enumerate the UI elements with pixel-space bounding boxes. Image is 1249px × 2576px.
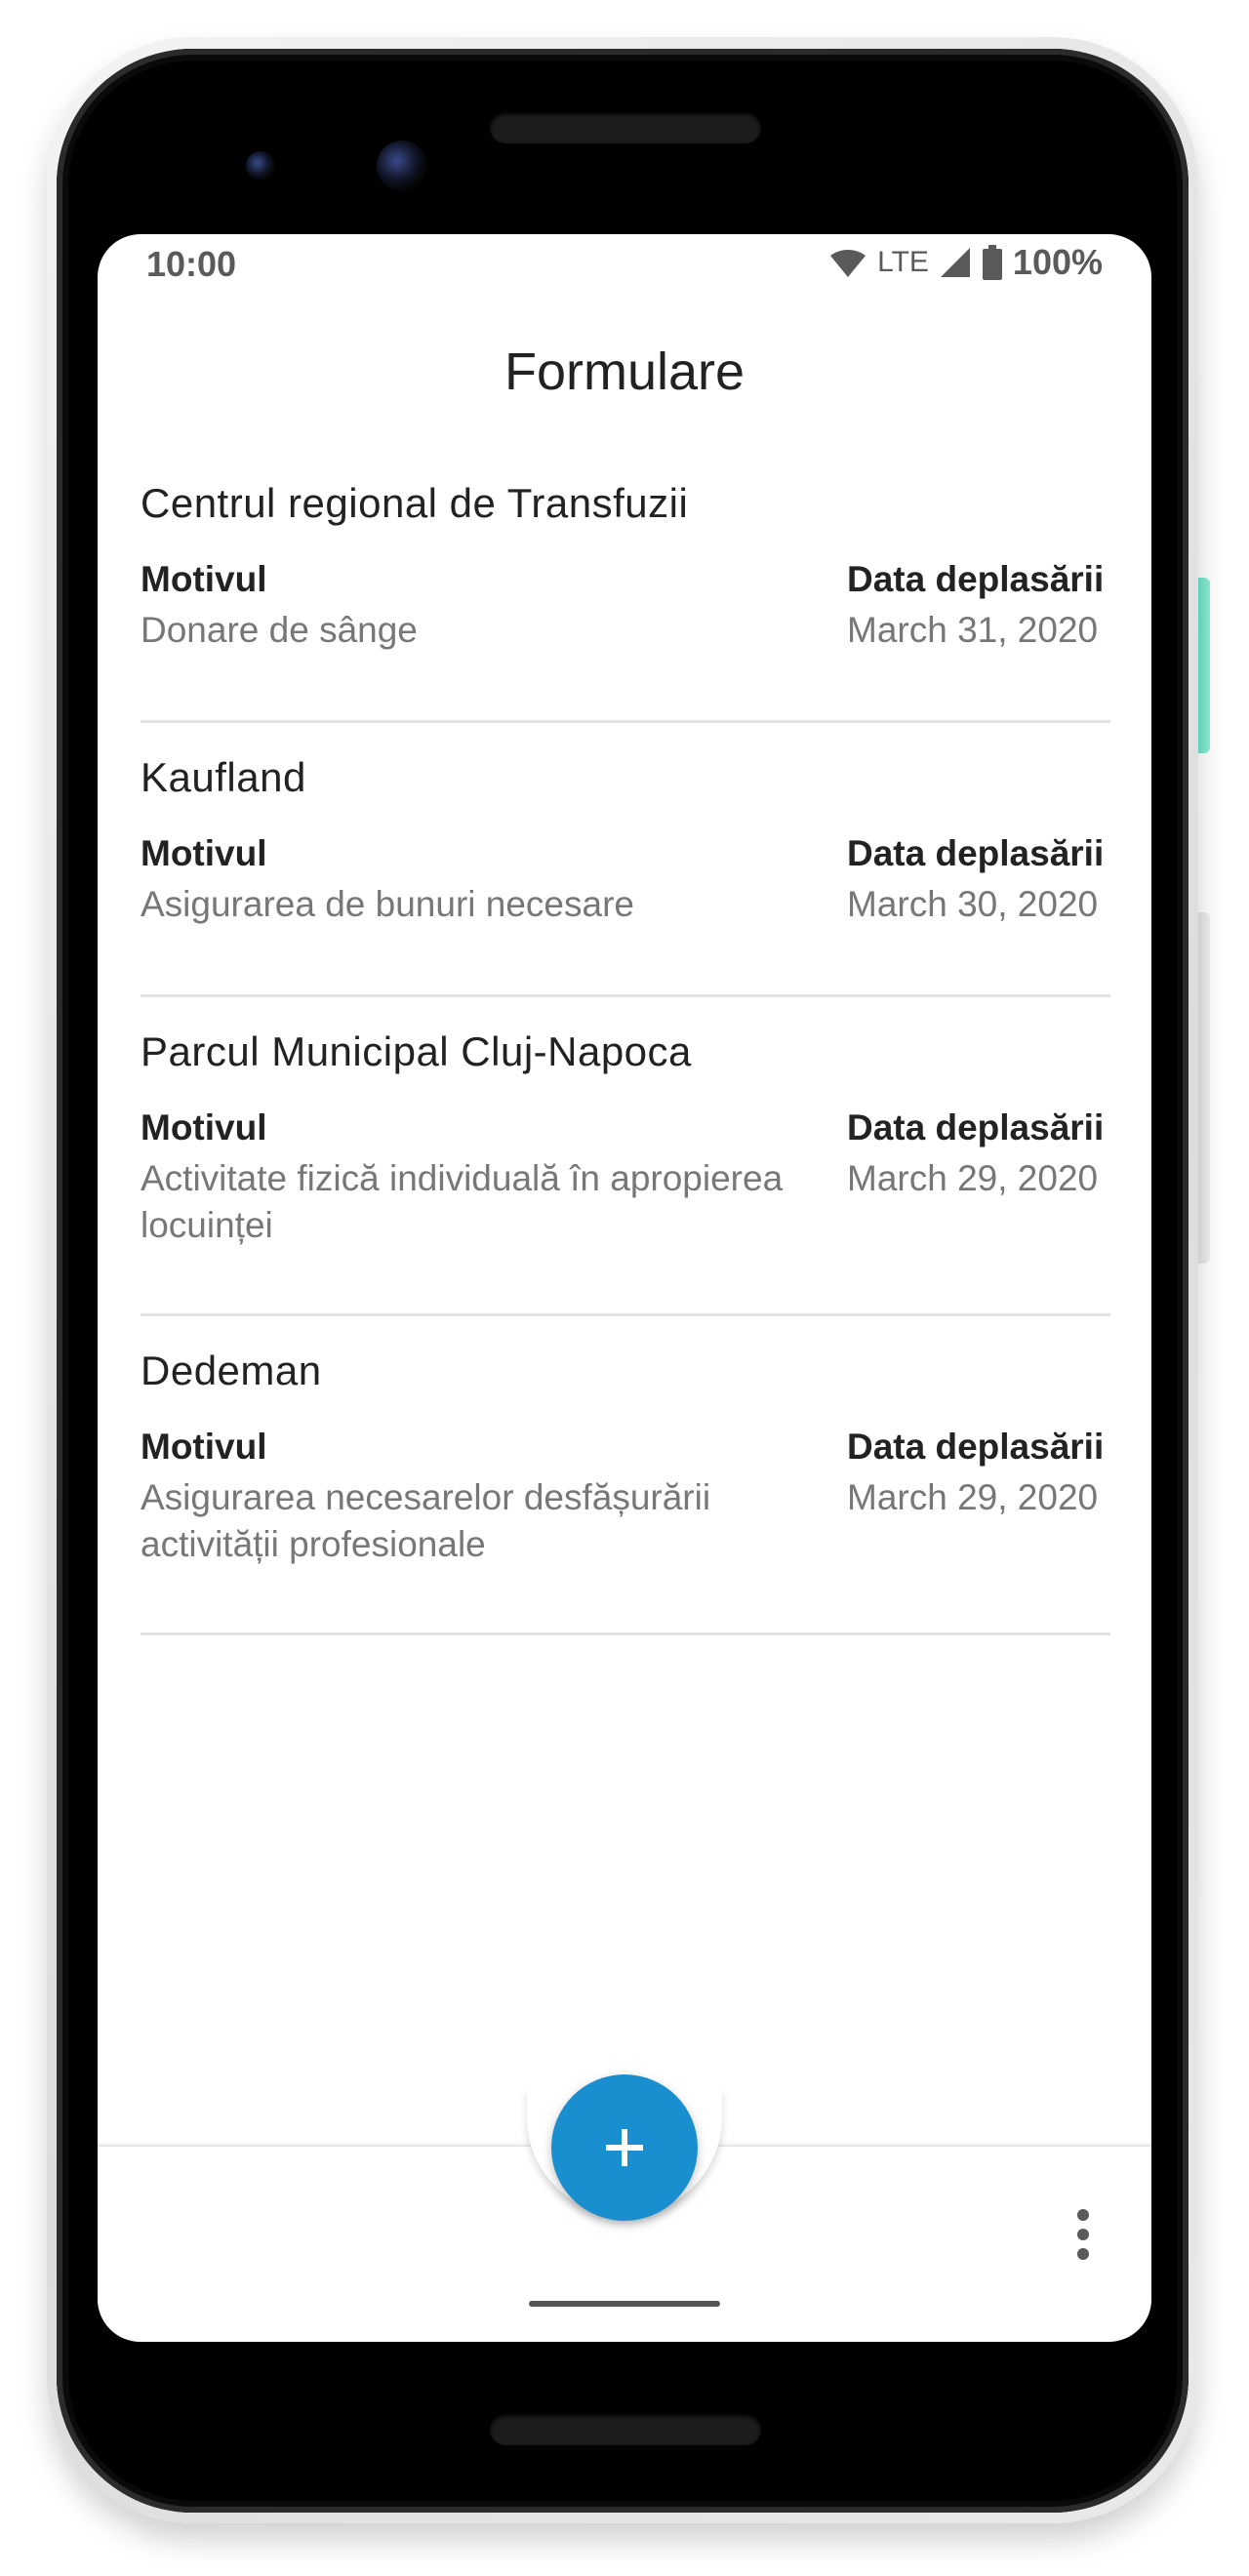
form-location: Parcul Municipal Cluj-Napoca: [141, 1028, 692, 1074]
more-vertical-icon-dot: [1077, 2229, 1089, 2240]
battery-icon: [982, 245, 1002, 280]
reason-column: Motivul Asigurarea necesarelor desfășură…: [141, 1424, 804, 1568]
form-list-item[interactable]: Parcul Municipal Cluj-Napoca Motivul Act…: [141, 997, 1110, 1316]
add-form-button[interactable]: [551, 2074, 698, 2221]
form-list-item[interactable]: Dedeman Motivul Asigurarea necesarelor d…: [141, 1316, 1110, 1635]
date-label: Data deplasării: [847, 559, 1105, 599]
reason-value: Activitate fizică individuală în apropie…: [141, 1158, 784, 1245]
date-label: Data deplasării: [847, 833, 1105, 873]
reason-value: Asigurarea de bunuri necesare: [141, 884, 634, 924]
date-value: March 29, 2020: [847, 1477, 1099, 1517]
reason-column: Motivul Donare de sânge: [141, 556, 804, 654]
top-speaker: [490, 112, 761, 143]
form-location: Dedeman: [141, 1348, 322, 1393]
form-details: Motivul Activitate fizică individuală în…: [141, 1105, 1110, 1249]
form-location: Kaufland: [141, 754, 306, 800]
power-button: [1198, 578, 1210, 753]
date-value: March 31, 2020: [847, 610, 1099, 650]
reason-column: Motivul Activitate fizică individuală în…: [141, 1105, 804, 1249]
form-details: Motivul Asigurarea de bunuri necesare Da…: [141, 830, 1110, 928]
reason-value: Asigurarea necesarelor desfășurării acti…: [141, 1477, 711, 1564]
forms-list: Centrul regional de Transfuzii Motivul D…: [141, 478, 1110, 1635]
status-time: 10:00: [146, 244, 237, 284]
form-list-item[interactable]: Kaufland Motivul Asigurarea de bunuri ne…: [141, 723, 1110, 997]
reason-label: Motivul: [141, 1107, 267, 1147]
battery-percent: 100%: [1012, 242, 1103, 282]
date-label: Data deplasării: [847, 1107, 1105, 1147]
more-menu-button[interactable]: [1064, 2195, 1103, 2274]
reason-column: Motivul Asigurarea de bunuri necesare: [141, 830, 804, 928]
bottom-speaker: [490, 2414, 761, 2445]
signal-icon: [940, 248, 970, 277]
plus-icon: [606, 2129, 643, 2166]
app-screen: 10:00 LTE 100% Formulare Centrul regiona…: [98, 234, 1151, 2342]
form-list-item[interactable]: Centrul regional de Transfuzii Motivul D…: [141, 478, 1110, 723]
form-details: Motivul Asigurarea necesarelor desfășură…: [141, 1424, 1110, 1568]
front-camera: [377, 141, 427, 191]
date-value: March 30, 2020: [847, 884, 1099, 924]
date-column: Data deplasării March 29, 2020: [847, 1424, 1110, 1568]
network-label: LTE: [877, 246, 929, 278]
more-vertical-icon-dot: [1077, 2248, 1089, 2260]
date-label: Data deplasării: [847, 1427, 1105, 1467]
date-column: Data deplasării March 30, 2020: [847, 830, 1110, 928]
date-value: March 29, 2020: [847, 1158, 1099, 1198]
status-indicators: LTE 100%: [828, 242, 1103, 283]
form-details: Motivul Donare de sânge Data deplasării …: [141, 556, 1110, 654]
page-title: Formulare: [504, 342, 745, 401]
date-column: Data deplasării March 29, 2020: [847, 1105, 1110, 1249]
reason-label: Motivul: [141, 559, 267, 599]
volume-button: [1198, 912, 1210, 1264]
status-bar: 10:00 LTE 100%: [98, 234, 1151, 297]
form-location: Centrul regional de Transfuzii: [141, 480, 689, 526]
front-sensor: [246, 151, 275, 181]
device-mockup: 10:00 LTE 100% Formulare Centrul regiona…: [0, 0, 1249, 2576]
more-vertical-icon: [1077, 2209, 1089, 2221]
wifi-icon: [830, 250, 866, 277]
date-column: Data deplasării March 31, 2020: [847, 556, 1110, 654]
reason-label: Motivul: [141, 833, 267, 873]
reason-value: Donare de sânge: [141, 610, 418, 650]
reason-label: Motivul: [141, 1427, 267, 1467]
home-indicator[interactable]: [529, 2301, 720, 2307]
